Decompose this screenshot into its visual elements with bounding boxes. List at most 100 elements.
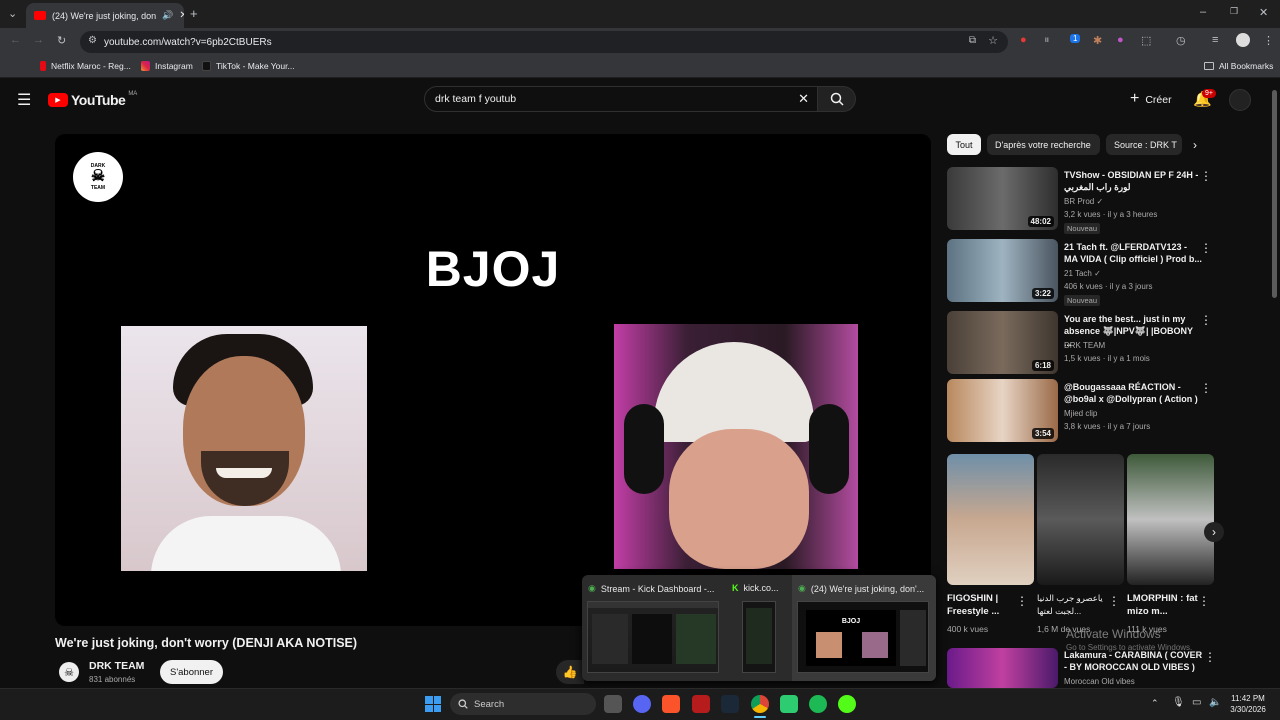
microphone-icon[interactable]: 🎙: [1172, 697, 1185, 708]
browser-tab[interactable]: (24) We're just joking, don 🔊 ✕: [26, 3, 184, 28]
install-icon[interactable]: ⧉: [969, 35, 976, 46]
like-button[interactable]: 👍: [556, 660, 584, 684]
chip-related[interactable]: D'après votre recherche: [987, 134, 1100, 155]
rec-meta: 406 k vues · il y a 3 jours: [1064, 282, 1153, 291]
recommendation-item[interactable]: 6:18 You are the best... just in my abse…: [947, 311, 1212, 377]
all-bookmarks[interactable]: All Bookmarks: [1204, 61, 1273, 71]
network-icon[interactable]: ▭: [1192, 697, 1201, 708]
video-title: We're just joking, don't worry (DENJI AK…: [55, 636, 358, 650]
volume-icon[interactable]: 🔈: [1209, 697, 1221, 708]
shorts-next-chevron-icon[interactable]: ›: [1204, 522, 1224, 542]
recommendation-item[interactable]: 48:02 TVShow - OBSIDIAN EP F 24H - لورة …: [947, 167, 1212, 234]
tab-close-icon[interactable]: ✕: [179, 10, 184, 21]
short-views: 400 k vues: [947, 624, 989, 634]
notification-count: 9+: [1202, 89, 1216, 98]
more-options-icon[interactable]: ⋮: [1108, 594, 1120, 608]
preview-thumbnail: BJOJ: [797, 601, 929, 673]
tray-overflow-icon[interactable]: ⌃: [1151, 698, 1159, 709]
clock-date: 3/30/2026: [1230, 705, 1266, 714]
preview-window[interactable]: ◉ Stream - Kick Dashboard -...: [582, 575, 724, 681]
activate-windows-subtitle: Go to Settings to activate Windows.: [1066, 643, 1193, 652]
extension-u-icon[interactable]: ●: [1117, 34, 1124, 46]
rec-channel-name: BR Prod: [1064, 197, 1095, 206]
spotify-icon[interactable]: [809, 695, 827, 713]
window-close-icon[interactable]: ✕: [1259, 6, 1268, 19]
tab-list-icon[interactable]: ≡: [1212, 34, 1218, 46]
chip-all[interactable]: Tout: [947, 134, 981, 155]
site-info-icon[interactable]: ⚙: [88, 35, 97, 46]
subscriber-count: 831 abonnés: [89, 675, 136, 684]
more-options-icon[interactable]: ⋮: [1198, 594, 1210, 608]
youtube-logo[interactable]: ▶ YouTube MA: [48, 91, 137, 108]
channel-avatar[interactable]: ☠: [59, 662, 79, 682]
video-thumbnail: 48:02: [947, 167, 1058, 230]
minimize-icon[interactable]: –: [1200, 6, 1206, 18]
more-options-icon[interactable]: ⋮: [1200, 381, 1212, 395]
brave-icon[interactable]: [662, 695, 680, 713]
steam-icon[interactable]: [721, 695, 739, 713]
short-thumbnail[interactable]: [1127, 454, 1214, 585]
more-options-icon[interactable]: ⋮: [1204, 650, 1216, 664]
windows-start-icon[interactable]: [425, 696, 441, 712]
create-button[interactable]: + Créer: [1130, 90, 1172, 108]
tab-search-icon[interactable]: ⌄: [8, 7, 17, 20]
hamburger-menu-icon[interactable]: ☰: [17, 90, 31, 110]
bookmark-netflix[interactable]: Netflix Maroc - Reg...: [40, 61, 131, 71]
more-options-icon[interactable]: ⋮: [1200, 241, 1212, 255]
preview-window[interactable]: Kkick.co...: [726, 575, 788, 681]
address-bar[interactable]: ⚙ youtube.com/watch?v=6pb2CtBUERs ⧉ ☆: [80, 31, 1008, 53]
rec-title[interactable]: Lakamura - CARABINA ( COVER - BY MOROCCA…: [1064, 649, 1204, 673]
more-options-icon[interactable]: ⋮: [1200, 169, 1212, 183]
taskbar-clock[interactable]: 11:42 PM 3/30/2026: [1228, 693, 1268, 715]
profile-avatar[interactable]: [1236, 33, 1250, 47]
extension-icon[interactable]: ●: [1020, 34, 1027, 46]
bookmark-tiktok[interactable]: TikTok - Make Your...: [202, 61, 295, 71]
bookmark-star-icon[interactable]: ☆: [988, 34, 998, 47]
channel-name[interactable]: DRK TEAM: [89, 660, 144, 672]
bookmark-instagram[interactable]: Instagram: [141, 61, 193, 71]
cookie-extension-icon[interactable]: ✱: [1093, 34, 1102, 47]
short-thumbnail[interactable]: [1037, 454, 1124, 585]
duration-badge: 3:22: [1031, 288, 1054, 299]
restore-icon[interactable]: ❐: [1230, 6, 1238, 17]
tab-audio-icon[interactable]: 🔊: [162, 10, 173, 21]
task-view-icon[interactable]: [604, 695, 622, 713]
recommendation-item[interactable]: 3:22 21 Tach ft. @LFERDATV123 - MA VIDA …: [947, 239, 1212, 306]
extension-pause-icon[interactable]: ⏸: [1044, 34, 1050, 47]
app-icon[interactable]: [780, 695, 798, 713]
more-options-icon[interactable]: ⋮: [1200, 313, 1212, 327]
bookmark-label: TikTok - Make Your...: [216, 61, 295, 71]
extensions-puzzle-icon[interactable]: ⬚: [1141, 34, 1151, 47]
forward-icon[interactable]: →: [33, 34, 44, 46]
preview-title: kick.co...: [743, 583, 779, 593]
recommendation-item[interactable]: 3:54 @Bougassaaa RÉACTION - @bo9al x @Do…: [947, 379, 1212, 445]
chrome-menu-icon[interactable]: ⋮: [1263, 34, 1274, 47]
search-button[interactable]: [818, 86, 856, 112]
video-thumbnail[interactable]: [947, 648, 1058, 688]
channel-logo-overlay: DARK ☠ TEAM: [73, 152, 123, 202]
subscribe-button[interactable]: S'abonner: [160, 660, 223, 684]
chip-source[interactable]: Source : DRK T: [1106, 134, 1182, 155]
taskbar-search[interactable]: Search: [450, 693, 596, 715]
preview-window-active[interactable]: ◉ (24) We're just joking, don'... BJOJ: [792, 575, 936, 681]
short-thumbnail[interactable]: [947, 454, 1034, 585]
reload-icon[interactable]: ↻: [57, 34, 66, 47]
page-scrollbar[interactable]: [1272, 90, 1277, 298]
preview-title-row: ◉ Stream - Kick Dashboard -...: [588, 583, 714, 594]
kick-app-icon[interactable]: [838, 695, 856, 713]
discord-icon[interactable]: [633, 695, 651, 713]
history-icon[interactable]: ◷: [1176, 34, 1186, 47]
video-player[interactable]: DARK ☠ TEAM BJOJ: [55, 134, 931, 626]
new-tab-button[interactable]: +: [190, 6, 198, 21]
search-input[interactable]: drk team f youtub ✕: [424, 86, 818, 112]
adobe-icon[interactable]: [692, 695, 710, 713]
back-icon[interactable]: ←: [10, 34, 21, 46]
preview-title-row: ◉ (24) We're just joking, don'...: [798, 583, 924, 594]
extension-badge[interactable]: 1: [1070, 34, 1081, 43]
more-options-icon[interactable]: ⋮: [1016, 594, 1028, 608]
clear-search-icon[interactable]: ✕: [798, 91, 809, 107]
chrome-taskbar-icon[interactable]: [751, 695, 769, 713]
kick-icon: K: [732, 583, 739, 593]
user-avatar[interactable]: [1229, 89, 1251, 111]
chips-next-chevron-icon[interactable]: ›: [1193, 138, 1197, 152]
